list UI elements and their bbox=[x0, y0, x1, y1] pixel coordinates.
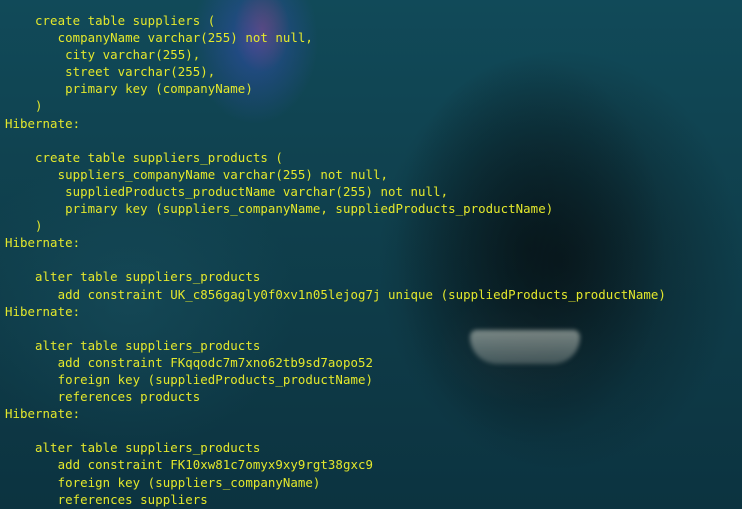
console-line: Hibernate: bbox=[5, 406, 88, 422]
console-line: references products bbox=[5, 389, 201, 405]
console-line: street varchar(255), bbox=[5, 64, 216, 80]
console-line: ) bbox=[5, 218, 43, 234]
console-line: ) bbox=[5, 98, 43, 114]
console-line: alter table suppliers_products bbox=[5, 269, 261, 285]
console-line: alter table suppliers_products bbox=[5, 440, 261, 456]
console-output: create table suppliers ( companyName var… bbox=[5, 12, 666, 508]
console-line: primary key (companyName) bbox=[5, 81, 253, 97]
console-line: foreign key (suppliedProducts_productNam… bbox=[5, 371, 373, 387]
console-line: suppliedProducts_productName varchar(255… bbox=[5, 183, 449, 199]
console-line: Hibernate: bbox=[5, 235, 88, 251]
console-line: primary key (suppliers_companyName, supp… bbox=[5, 201, 554, 217]
console-line: references suppliers bbox=[5, 491, 208, 507]
console-line: add constraint FK10xw81c7omyx9xy9rgt38gx… bbox=[5, 457, 373, 473]
console-line: create table suppliers_products ( bbox=[5, 149, 283, 165]
terminal-window[interactable]: create table suppliers ( companyName var… bbox=[0, 0, 742, 509]
console-line: city varchar(255), bbox=[5, 47, 201, 63]
console-line: alter table suppliers_products bbox=[5, 337, 261, 353]
console-line: Hibernate: bbox=[5, 303, 88, 319]
console-line: add constraint UK_c856gagly0f0xv1n05lejo… bbox=[5, 286, 666, 302]
console-line: add constraint FKqqodc7m7xno62tb9sd7aopo… bbox=[5, 354, 373, 370]
console-line: Hibernate: bbox=[5, 115, 88, 131]
console-line: companyName varchar(255) not null, bbox=[5, 30, 313, 46]
console-line: foreign key (suppliers_companyName) bbox=[5, 474, 321, 490]
console-line: suppliers_companyName varchar(255) not n… bbox=[5, 166, 388, 182]
console-line: create table suppliers ( bbox=[5, 13, 216, 28]
